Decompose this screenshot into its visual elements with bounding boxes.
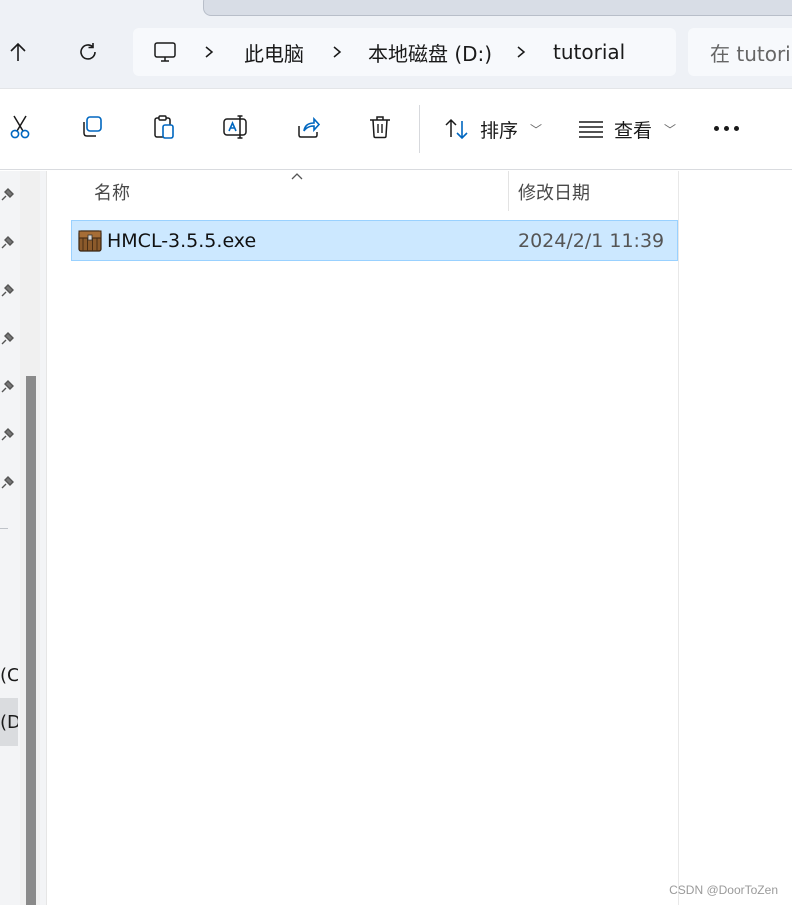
file-modified-date: 2024/2/1 11:39 (518, 229, 665, 252)
pin-icon[interactable] (0, 476, 14, 490)
pin-icon[interactable] (0, 380, 14, 394)
paste-button[interactable] (148, 111, 180, 143)
column-header-name[interactable]: 名称 (94, 179, 130, 205)
breadcrumb-tutorial[interactable]: tutorial (553, 28, 625, 76)
delete-button[interactable] (364, 111, 396, 143)
minecraft-chest-icon (78, 230, 102, 252)
copy-button[interactable] (76, 111, 108, 143)
column-resize-handle[interactable] (508, 171, 509, 211)
pin-icon[interactable] (0, 284, 14, 298)
table-row[interactable]: HMCL-3.5.5.exe 2024/2/1 11:39 (71, 220, 678, 261)
share-icon (298, 116, 321, 138)
rename-button[interactable] (220, 111, 252, 143)
file-name: HMCL-3.5.5.exe (107, 229, 257, 252)
column-header-modified[interactable]: 修改日期 (518, 179, 590, 205)
chevron-down-icon: ﹀ (530, 122, 543, 137)
pin-icon[interactable] (0, 332, 14, 346)
up-button[interactable] (0, 34, 36, 70)
more-options-button[interactable] (706, 113, 746, 143)
window-tab[interactable] (203, 0, 792, 16)
sort-ascending-icon (291, 173, 303, 180)
share-button[interactable] (292, 111, 324, 143)
watermark: CSDN @DoorToZen (669, 883, 778, 897)
cut-button[interactable] (4, 111, 36, 143)
this-pc-icon (154, 42, 176, 62)
refresh-button[interactable] (70, 34, 106, 70)
view-list-icon (579, 121, 603, 138)
nav-item-drive-c[interactable]: (C (0, 658, 18, 692)
navigation-pane: (C (D (0, 171, 46, 905)
scissors-icon (10, 115, 30, 139)
nav-item-drive-d[interactable]: (D (0, 698, 18, 746)
view-label: 查看 (614, 119, 653, 142)
title-bar-area: 此电脑 本地磁盘 (D:) tutorial 在 tutorial (0, 0, 792, 88)
breadcrumb-chevron-icon[interactable] (203, 28, 215, 76)
sort-label: 排序 (480, 119, 519, 142)
details-pane (680, 171, 792, 905)
pin-icon[interactable] (0, 236, 14, 250)
trash-icon (370, 116, 390, 139)
nav-scrollbar-thumb[interactable] (26, 376, 36, 905)
sort-icon (445, 118, 468, 140)
file-list: 名称 修改日期 HMCL-3.5.5.exe 2024/2/1 11:39 (46, 171, 679, 905)
copy-icon (83, 116, 102, 137)
refresh-icon (80, 43, 96, 60)
pin-icon[interactable] (0, 188, 14, 202)
command-divider (419, 105, 420, 153)
view-button[interactable]: 查看 ﹀ (578, 107, 676, 151)
breadcrumb-drive-d[interactable]: 本地磁盘 (D:) (368, 28, 492, 76)
rename-icon (223, 115, 247, 139)
clipboard-icon (154, 115, 174, 139)
command-bar: 排序 ﹀ 查看 ﹀ (0, 88, 792, 170)
sort-button[interactable]: 排序 ﹀ (444, 107, 542, 151)
more-dots-icon (713, 125, 719, 131)
search-input[interactable]: 在 tutorial (688, 28, 792, 76)
address-bar[interactable]: 此电脑 本地磁盘 (D:) tutorial (133, 28, 676, 76)
breadcrumb-chevron-icon[interactable] (515, 28, 527, 76)
chevron-down-icon: ﹀ (664, 122, 677, 137)
breadcrumb-chevron-icon[interactable] (331, 28, 343, 76)
nav-divider (0, 528, 8, 529)
arrow-up-icon (10, 42, 26, 61)
breadcrumb-this-pc[interactable]: 此电脑 (244, 28, 304, 76)
pin-icon[interactable] (0, 428, 14, 442)
